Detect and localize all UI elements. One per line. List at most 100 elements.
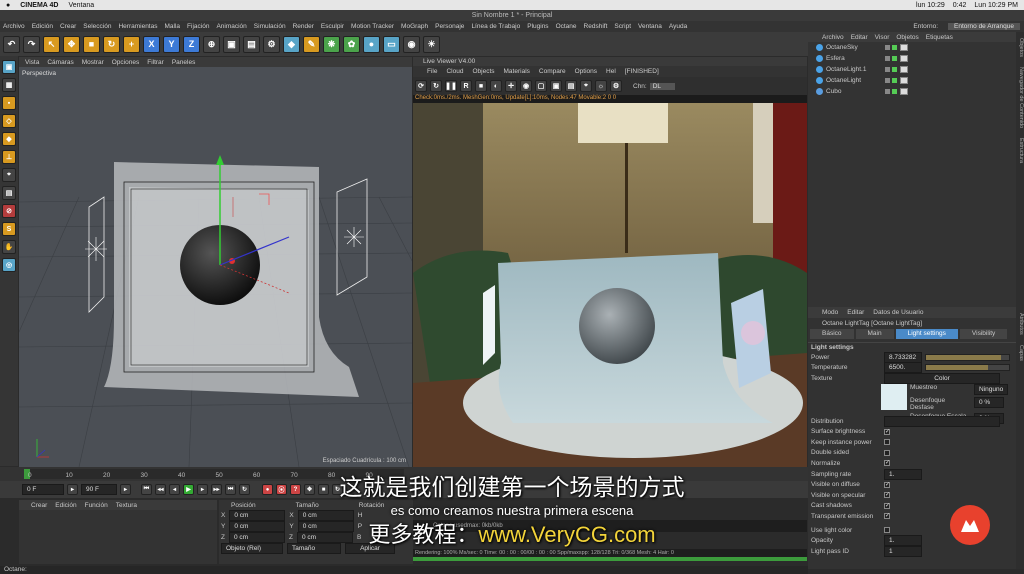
live-menu-3[interactable]: Materials — [504, 68, 530, 75]
distribution-field[interactable] — [884, 415, 1000, 427]
current-frame-field[interactable]: 0 F — [22, 484, 64, 495]
cube-icon[interactable]: ◆ — [283, 35, 300, 53]
object-menu-4[interactable]: Etiquetas — [926, 34, 953, 41]
opacity-field[interactable]: 1. — [884, 535, 922, 547]
material-menu-0[interactable]: Crear — [31, 502, 47, 509]
undo-button[interactable]: ↶ — [3, 35, 20, 53]
object-tag-icon[interactable] — [900, 44, 908, 51]
timeline[interactable]: 0 10 20 30 40 50 60 70 80 90 — [0, 467, 808, 481]
attribute-menu-1[interactable]: Editar — [847, 309, 864, 316]
rotate-tool-icon[interactable]: ↻ — [103, 35, 120, 53]
goto-start-icon[interactable]: ⏮ — [141, 484, 152, 495]
object-name[interactable]: Cubo — [826, 88, 882, 95]
menu-19[interactable]: Ventana — [638, 23, 662, 30]
power-slider[interactable] — [925, 353, 1010, 361]
focus-picker-icon[interactable]: ✛ — [505, 80, 517, 92]
mac-menu-ventana[interactable]: Ventana — [68, 2, 94, 9]
visibility-dots[interactable] — [885, 89, 897, 94]
clay-icon[interactable]: ◐ — [490, 80, 502, 92]
live-menu-7[interactable]: [FINISHED] — [625, 68, 659, 75]
menu-2[interactable]: Crear — [60, 23, 76, 30]
render-visibility-dot[interactable] — [892, 45, 897, 50]
end-frame-field[interactable]: 90 F — [81, 484, 117, 495]
last-tool-icon[interactable]: + — [123, 35, 140, 53]
visibility-dots[interactable] — [885, 78, 897, 83]
live-menu-1[interactable]: Cloud — [446, 68, 463, 75]
coords-position-field[interactable]: 0 cm — [228, 532, 285, 543]
restart-icon[interactable]: ↻ — [430, 80, 442, 92]
stop-icon[interactable]: ■ — [475, 80, 487, 92]
edges-mode-icon[interactable]: ◇ — [2, 114, 16, 128]
power-field[interactable]: 8.733282 — [884, 351, 922, 363]
object-menu-3[interactable]: Objetos — [896, 34, 918, 41]
polygons-mode-icon[interactable]: ◆ — [2, 132, 16, 146]
menu-4[interactable]: Herramientas — [118, 23, 157, 30]
live-menu-0[interactable]: File — [427, 68, 437, 75]
object-menu-0[interactable]: Archivo — [822, 34, 844, 41]
menu-8[interactable]: Simulación — [254, 23, 286, 30]
menu-12[interactable]: MoGraph — [401, 23, 428, 30]
apple-icon[interactable]: ● — [6, 2, 10, 9]
object-tag-icon[interactable] — [900, 55, 908, 62]
object-name[interactable]: OctaneSky — [826, 44, 882, 51]
object-tag-icon[interactable] — [900, 88, 908, 95]
viewport-menu-5[interactable]: Paneles — [172, 59, 196, 66]
perspective-viewport[interactable]: Vista Cámaras Mostrar Opciones Filtrar Panele… — [19, 57, 412, 467]
menu-14[interactable]: Línea de Trabajo — [471, 23, 520, 30]
prev-frame-icon[interactable]: ◂ — [169, 484, 180, 495]
visibility-dots[interactable] — [885, 67, 897, 72]
object-menu-1[interactable]: Editar — [851, 34, 868, 41]
attribute-tab[interactable]: Básico — [810, 329, 854, 339]
texture-mode-icon[interactable]: ▦ — [2, 78, 16, 92]
send-scene-icon[interactable]: ⟳ — [415, 80, 427, 92]
paint-icon[interactable]: ◎ — [2, 258, 16, 272]
cloner-icon[interactable]: ✿ — [343, 35, 360, 53]
viewport-menu-0[interactable]: Vista — [25, 59, 39, 66]
editor-visibility-dot[interactable] — [885, 78, 890, 83]
render-image[interactable] — [413, 103, 807, 467]
channel-select[interactable]: DL — [649, 82, 676, 90]
muestreo-select[interactable]: Ninguno — [974, 383, 1009, 395]
menu-10[interactable]: Esculpir — [321, 23, 344, 30]
scale-tool-icon[interactable]: ■ — [83, 35, 100, 53]
end-frame-arrow-icon[interactable]: ▸ — [120, 484, 131, 495]
object-tag-icon[interactable] — [900, 66, 908, 73]
pick-icon[interactable]: ⌖ — [580, 80, 592, 92]
coord-system-icon[interactable]: ⊕ — [203, 35, 220, 53]
prev-key-icon[interactable]: ◂◂ — [155, 484, 166, 495]
editor-visibility-dot[interactable] — [885, 67, 890, 72]
menu-16[interactable]: Octane — [556, 23, 577, 30]
points-mode-icon[interactable]: ▪ — [2, 96, 16, 110]
settings-icon[interactable]: ⚙ — [610, 80, 622, 92]
position-key-icon[interactable]: ✥ — [304, 484, 315, 495]
x-axis-icon[interactable]: X — [143, 35, 160, 53]
object-name[interactable]: Esfera — [826, 55, 882, 62]
desfase-field[interactable]: 0 % — [974, 396, 1004, 408]
tab-estructura[interactable]: Estructura — [1016, 138, 1024, 163]
menu-20[interactable]: Ayuda — [669, 23, 687, 30]
menu-6[interactable]: Fijación — [187, 23, 209, 30]
viewport-menu-3[interactable]: Opciones — [112, 59, 139, 66]
coords-position-field[interactable]: 0 cm — [229, 521, 286, 532]
menu-5[interactable]: Malla — [164, 23, 180, 30]
menu-15[interactable]: Plugins — [527, 23, 548, 30]
scale-key-icon[interactable]: ■ — [318, 484, 329, 495]
use-light-color-checkbox[interactable] — [884, 527, 890, 534]
checkbox[interactable]: ✓ — [884, 460, 890, 467]
region-icon[interactable]: ▢ — [535, 80, 547, 92]
bulb-icon[interactable]: ☼ — [595, 80, 607, 92]
lock-resolution-icon[interactable]: ▣ — [550, 80, 562, 92]
menu-9[interactable]: Render — [293, 23, 314, 30]
coords-size-field[interactable]: 0 cm — [297, 510, 354, 521]
menu-7[interactable]: Animación — [216, 23, 246, 30]
frame-stepper-icon[interactable]: ▸ — [67, 484, 78, 495]
menu-13[interactable]: Personaje — [435, 23, 464, 30]
render-region-icon[interactable]: R — [460, 80, 472, 92]
object-row[interactable]: OctaneSky — [808, 42, 1016, 53]
editor-visibility-dot[interactable] — [885, 56, 890, 61]
editor-visibility-dot[interactable] — [885, 45, 890, 50]
script-icon[interactable]: S — [2, 222, 16, 236]
sculpt-icon[interactable]: ✋ — [2, 240, 16, 254]
tab-navegador[interactable]: Navegador de Contenido — [1016, 67, 1024, 128]
coords-size-select[interactable]: Tamaño — [287, 543, 341, 554]
